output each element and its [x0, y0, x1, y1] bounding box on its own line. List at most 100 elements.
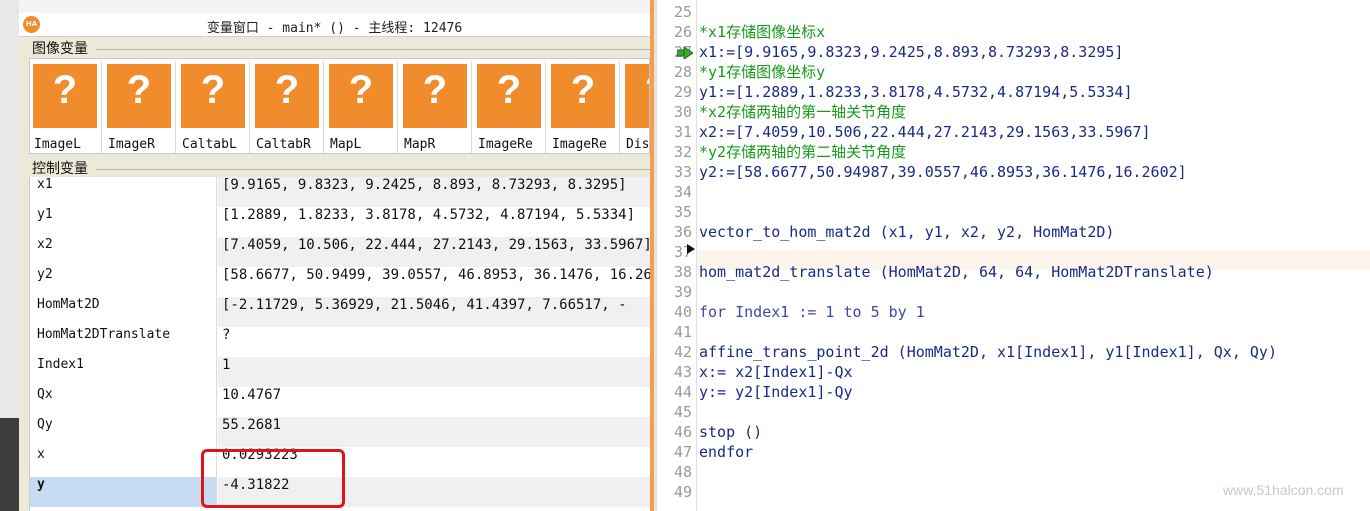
- question-mark-glyph: ?: [348, 68, 374, 112]
- image-variable-item[interactable]: ? ImageR: [104, 61, 176, 153]
- variable-value: [9.9165, 9.8323, 9.2425, 8.893, 8.73293,…: [218, 177, 650, 207]
- code-text: for Index1 := 1 to 5 by 1: [699, 303, 925, 321]
- line-number: 31: [673, 123, 692, 141]
- code-line[interactable]: 25: [657, 2, 1370, 22]
- code-line[interactable]: 37: [657, 242, 1370, 262]
- control-variable-row[interactable]: x1 [9.9165, 9.8323, 9.2425, 8.893, 8.7329…: [30, 177, 650, 207]
- code-text: affine_trans_point_2d (HomMat2D, x1[Inde…: [699, 343, 1277, 361]
- variable-value: 1: [218, 357, 650, 387]
- control-variable-row[interactable]: Qy 55.2681: [30, 417, 650, 447]
- splitter-accent: [650, 0, 654, 511]
- control-variable-row[interactable]: x2 [7.4059, 10.506, 22.444, 27.2143, 29.1…: [30, 237, 650, 267]
- code-line[interactable]: 41: [657, 322, 1370, 342]
- code-line[interactable]: 45: [657, 402, 1370, 422]
- code-line[interactable]: 31 x2:=[7.4059,10.506,22.444,27.2143,29.1…: [657, 122, 1370, 142]
- line-number: 45: [673, 403, 692, 421]
- image-placeholder-icon: ?: [255, 64, 319, 128]
- code-line[interactable]: 42 affine_trans_point_2d (HomMat2D, x1[In…: [657, 342, 1370, 362]
- variable-name: Qy: [30, 417, 217, 447]
- code-line[interactable]: 28 *y1存储图像坐标y: [657, 62, 1370, 82]
- thumb-separator: [471, 61, 472, 153]
- variable-name: y1: [30, 207, 217, 237]
- image-variable-item[interactable]: ? ImageL: [30, 61, 102, 153]
- line-number: 33: [673, 163, 692, 181]
- image-variable-item[interactable]: ? ImageRe: [548, 61, 620, 153]
- image-variable-item[interactable]: ? MapL: [326, 61, 398, 153]
- top-gap: [19, 0, 650, 13]
- variable-name: Index1: [30, 357, 217, 387]
- line-number: 32: [673, 143, 692, 161]
- control-variable-row[interactable]: y2 [58.6677, 50.9499, 39.0557, 46.8953, 3…: [30, 267, 650, 297]
- code-line[interactable]: 44 y:= y2[Index1]-Qy: [657, 382, 1370, 402]
- thumb-separator: [397, 61, 398, 153]
- line-number: 29: [673, 83, 692, 101]
- image-variable-item[interactable]: ? CaltabR: [252, 61, 324, 153]
- code-text: hom_mat2d_translate (HomMat2D, 64, 64, H…: [699, 263, 1214, 281]
- code-text: x1:=[9.9165,9.8323,9.2425,8.893,8.73293,…: [699, 43, 1124, 61]
- control-variable-row[interactable]: HomMat2DTranslate?: [30, 327, 650, 357]
- control-variable-row[interactable]: Qx 10.4767: [30, 387, 650, 417]
- question-mark-glyph: ?: [52, 68, 78, 112]
- image-placeholder-icon: ?: [625, 64, 649, 128]
- code-line[interactable]: 32 *y2存储两轴的第二轴关节角度: [657, 142, 1370, 162]
- image-variable-name: Dis: [626, 137, 650, 152]
- code-line[interactable]: 26 *x1存储图像坐标x: [657, 22, 1370, 42]
- variable-window: HA 变量窗口 - main* () - 主线程: 12476 图像变量 ? Im…: [0, 0, 650, 511]
- code-line[interactable]: 43 x:= x2[Index1]-Qx: [657, 362, 1370, 382]
- window-titlebar[interactable]: HA 变量窗口 - main* () - 主线程: 12476: [19, 13, 650, 37]
- thumb-separator: [323, 61, 324, 153]
- image-placeholder-icon: ?: [551, 64, 615, 128]
- code-line[interactable]: 36 vector_to_hom_mat2d (x1, y1, x2, y2, H…: [657, 222, 1370, 242]
- image-variable-item[interactable]: ? ImageRe: [474, 61, 546, 153]
- image-variable-name: CaltabR: [256, 137, 311, 152]
- variable-value: 10.4767: [222, 387, 282, 403]
- image-variable-item[interactable]: ? MapR: [400, 61, 472, 153]
- image-placeholder-icon: ?: [33, 64, 97, 128]
- code-line[interactable]: 39: [657, 282, 1370, 302]
- variable-name: HomMat2DTranslate: [30, 327, 217, 357]
- control-variable-row[interactable]: Index1 1: [30, 357, 650, 387]
- code-line[interactable]: 30 *x2存储两轴的第一轴关节角度: [657, 102, 1370, 122]
- line-number: 26: [673, 23, 692, 41]
- line-number: 43: [673, 363, 692, 381]
- line-number: 46: [673, 423, 692, 441]
- code-text: *y1存储图像坐标y: [699, 63, 826, 81]
- variable-value: [58.6677, 50.9499, 39.0557, 46.8953, 36.…: [222, 267, 650, 283]
- line-number: 28: [673, 63, 692, 81]
- image-variable-item[interactable]: ? Dis: [622, 61, 650, 153]
- code-line[interactable]: 47 endfor: [657, 442, 1370, 462]
- program-editor[interactable]: 25 26 *x1存储图像坐标x27x1:=[9.9165,9.8323,9.242…: [657, 0, 1370, 511]
- code-line[interactable]: 33 y2:=[58.6677,50.94987,39.0557,46.8953,…: [657, 162, 1370, 182]
- code-line[interactable]: 48: [657, 462, 1370, 482]
- code-line[interactable]: 35: [657, 202, 1370, 222]
- image-variable-name: ImageL: [34, 137, 81, 152]
- code-text: *x2存储两轴的第一轴关节角度: [699, 103, 907, 121]
- code-text: *y2存储两轴的第二轴关节角度: [699, 143, 907, 161]
- code-line[interactable]: 46 stop (): [657, 422, 1370, 442]
- code-line[interactable]: 40 for Index1 := 1 to 5 by 1: [657, 302, 1370, 322]
- code-text: y2:=[58.6677,50.94987,39.0557,46.8953,36…: [699, 163, 1187, 181]
- code-line[interactable]: 29 y1:=[1.2889,1.8233,3.8178,4.5732,4.871…: [657, 82, 1370, 102]
- splitter-handle[interactable]: [650, 0, 657, 511]
- code-line[interactable]: 27x1:=[9.9165,9.8323,9.2425,8.893,8.7329…: [657, 42, 1370, 62]
- code-line[interactable]: 34: [657, 182, 1370, 202]
- image-variable-item[interactable]: ? CaltabL: [178, 61, 250, 153]
- code-line[interactable]: 38 hom_mat2d_translate (HomMat2D, 64, 64,…: [657, 262, 1370, 282]
- line-number: 38: [673, 263, 692, 281]
- question-mark-glyph: ?: [274, 68, 300, 112]
- image-placeholder-icon: ?: [107, 64, 171, 128]
- section-divider: [96, 49, 650, 50]
- line-number: 35: [673, 203, 692, 221]
- variable-value: ?: [222, 327, 231, 343]
- left-edge-strip: [0, 0, 19, 511]
- control-variable-row[interactable]: HomMat2D [-2.11729, 5.36929, 21.5046, 41.…: [30, 297, 650, 327]
- variable-value: [7.4059, 10.506, 22.444, 27.2143, 29.156…: [218, 237, 650, 267]
- window-title: 变量窗口 - main* () - 主线程: 12476: [206, 21, 463, 36]
- control-variable-row[interactable]: y1 [1.2889, 1.8233, 3.8178, 4.5732, 4.871…: [30, 207, 650, 237]
- variable-value: [-2.11729, 5.36929, 21.5046, 41.4397, 7.…: [218, 297, 650, 327]
- image-placeholder-icon: ?: [181, 64, 245, 128]
- line-number: 47: [673, 443, 692, 461]
- question-mark-glyph: ?: [625, 68, 649, 113]
- variable-value: [1.2889, 1.8233, 3.8178, 4.5732, 4.87194…: [222, 207, 636, 223]
- question-mark-glyph: ?: [200, 68, 226, 112]
